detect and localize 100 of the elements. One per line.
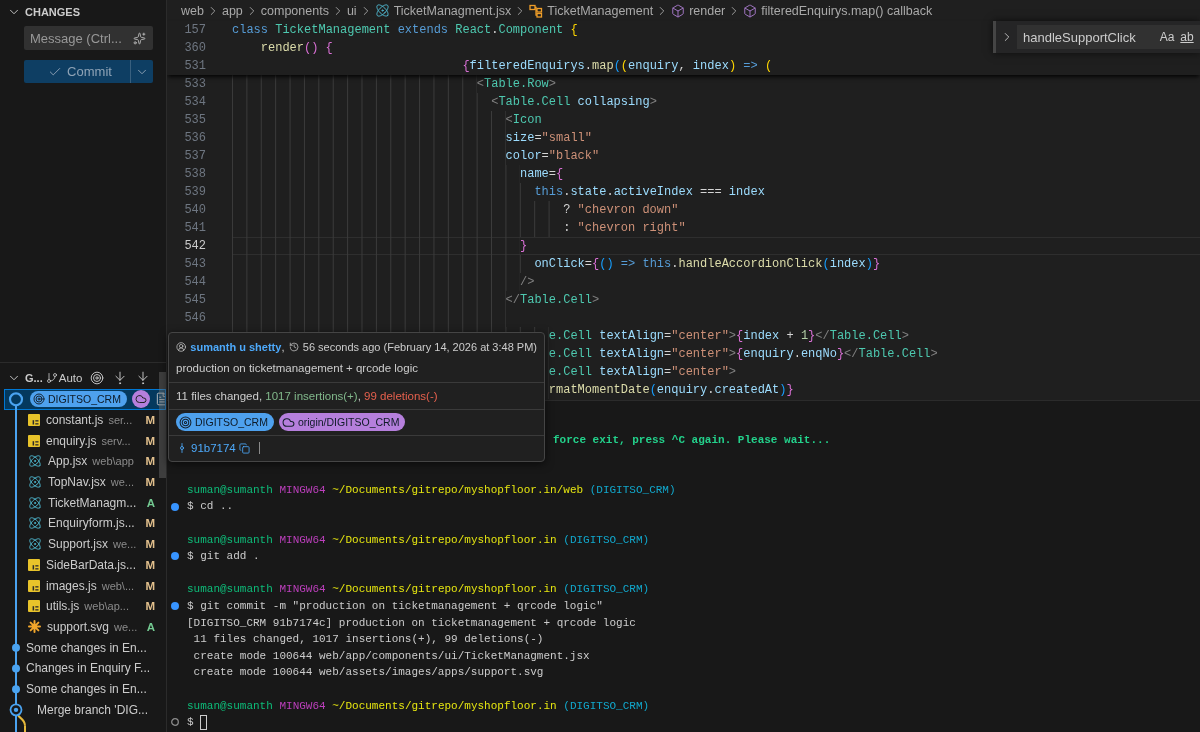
atom-icon — [28, 454, 42, 469]
commit-dot-icon — [12, 685, 20, 694]
file-name[interactable]: Support.jsx — [48, 537, 109, 552]
whole-word-button[interactable]: ab — [1177, 27, 1197, 47]
file-path: web\... — [101, 579, 135, 592]
file-name[interactable]: TopNav.jsx — [48, 475, 106, 490]
change-stats: 11 files changed, 1017 insertions(+), 99 deletions(-) — [176, 390, 438, 402]
cube-icon — [743, 3, 758, 18]
js-file-icon — [28, 579, 40, 592]
code-line: ? "chevron down" — [563, 202, 679, 219]
terminal-command: $ — [187, 715, 194, 731]
breadcrumb-item[interactable]: render — [671, 3, 726, 18]
code-line: size="small" — [505, 130, 593, 147]
history-icon — [289, 341, 300, 353]
arrow-down-icon[interactable] — [136, 371, 151, 385]
line-number: 157 — [183, 22, 206, 39]
breadcrumb-item[interactable]: filteredEnquirys.map() callback — [743, 3, 933, 18]
commit-row[interactable]: Some changes in En... — [4, 678, 166, 700]
line-number: 546 — [183, 310, 206, 327]
code-line: rmatMomentDate(enquiry.createdAt)} — [548, 382, 794, 399]
status-letter: M — [145, 579, 155, 592]
terminal-output: 11 files changed, 1017 insertions(+), 99 deletions(-) — [192, 632, 544, 648]
status-letter: M — [145, 414, 155, 427]
status-letter: M — [145, 455, 155, 468]
js-file-icon — [28, 434, 40, 447]
code-line: this.state.activeIndex === index — [534, 184, 765, 201]
cloud-icon — [281, 415, 295, 429]
file-name[interactable]: SideBarData.js... — [46, 557, 137, 572]
status-letter: M — [145, 517, 155, 530]
merge-commit-icon — [9, 703, 23, 717]
find-field[interactable]: handleSupportClick Aa ab — [1017, 25, 1200, 49]
code-line: e.Cell textAlign="center">{index + 1}</Table.Cell> — [548, 328, 909, 345]
status-letter: M — [145, 434, 155, 447]
file-name[interactable]: Enquiryform.js... — [48, 516, 135, 531]
ref-filter-button[interactable]: Auto — [45, 372, 83, 384]
breadcrumb-item[interactable]: app — [221, 3, 243, 18]
target-icon — [179, 415, 192, 429]
commit-dot-icon — [12, 664, 20, 673]
file-name[interactable]: images.js — [46, 578, 97, 593]
file-path: we... — [113, 538, 137, 551]
cloud-icon — [131, 390, 150, 409]
commit-row[interactable]: Merge branch 'DIG... — [4, 699, 166, 720]
target-icon — [33, 393, 45, 406]
line-number: 539 — [183, 184, 206, 201]
file-name[interactable]: App.jsx — [48, 454, 88, 469]
file-path: serv... — [101, 434, 131, 447]
js-file-icon — [28, 600, 40, 613]
terminal-prompt: suman@sumanth MINGW64 ~/Documents/gitrepo/myshopfloor.in (DIGITSO_CRM) — [187, 532, 650, 548]
file-path: we... — [110, 476, 135, 489]
code-line: color="black" — [505, 148, 600, 165]
file-name[interactable]: enquiry.js — [46, 433, 97, 448]
file-name[interactable]: TicketManagm... — [48, 495, 137, 510]
commit-row[interactable]: DIGITSO_CRM — [4, 389, 166, 410]
code-line: } — [520, 238, 528, 255]
code-line: e.Cell textAlign="center"> — [548, 364, 737, 381]
line-number: 533 — [183, 76, 206, 93]
scrollbar-thumb[interactable] — [159, 372, 166, 478]
branch-icon — [45, 372, 58, 384]
terminal-prompt: suman@sumanth MINGW64 ~/Documents/gitrepo/myshopfloor.in/web (DIGITSO_CRM) — [187, 482, 676, 498]
file-path: ser... — [108, 414, 133, 427]
arrow-down-icon[interactable] — [113, 371, 128, 385]
commit-hash-link[interactable]: 91b7174 — [191, 442, 236, 454]
commit-ring-icon — [8, 392, 24, 407]
document-icon[interactable] — [154, 392, 166, 407]
breadcrumb-item[interactable]: TicketManagement — [529, 3, 654, 18]
status-letter: A — [146, 620, 155, 633]
atom-icon — [28, 495, 42, 510]
breadcrumb-item[interactable]: web — [181, 3, 204, 18]
sparkle-icon[interactable] — [133, 31, 146, 45]
asterisk-icon — [28, 620, 41, 634]
copy-icon[interactable] — [238, 442, 250, 454]
target-icon[interactable] — [90, 371, 105, 385]
atom-icon — [28, 516, 42, 531]
author-link[interactable]: sumanth u shetty — [190, 341, 282, 353]
section-title[interactable]: G... — [25, 372, 43, 384]
terminal-notice: force exit, press ^C again. Please wait... — [553, 433, 831, 448]
file-name[interactable]: utils.js — [46, 599, 80, 614]
line-number: 541 — [183, 220, 206, 237]
person-circle-icon — [176, 341, 187, 353]
breadcrumb-item[interactable]: components — [260, 3, 329, 18]
status-letter: M — [145, 558, 155, 571]
message-field[interactable]: Message (Ctrl... — [24, 26, 153, 50]
status-circle-icon — [171, 718, 179, 727]
code-line: e.Cell textAlign="center">{enquiry.enqNo}</Table.Cell> — [548, 346, 938, 363]
status-letter: M — [145, 600, 155, 613]
breadcrumb-item[interactable]: ui — [346, 3, 357, 18]
match-case-button[interactable]: Aa — [1157, 27, 1177, 47]
code-line: /> — [520, 274, 535, 291]
line-number: 535 — [183, 112, 206, 129]
file-path: web\app — [92, 455, 134, 468]
linked-boxes-icon — [529, 3, 544, 18]
commit-row[interactable]: Some changes in En... — [4, 637, 166, 658]
terminal-command: $ cd .. — [187, 499, 234, 515]
file-name[interactable]: constant.js — [46, 413, 104, 428]
file-name[interactable]: support.svg — [47, 619, 110, 634]
code-line: <Table.Cell collapsing> — [491, 94, 657, 111]
section-title[interactable]: CHANGES — [25, 6, 80, 18]
commit-row[interactable]: Changes in Enquiry F... — [4, 657, 166, 679]
branch-name: origin/DIGITSO_CRM — [297, 416, 400, 428]
breadcrumb-item[interactable]: TicketManagment.jsx — [374, 3, 512, 18]
